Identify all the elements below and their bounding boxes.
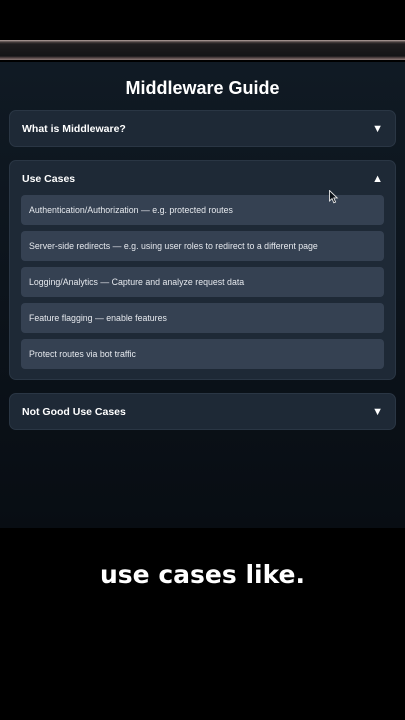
accordion-what-is-middleware: What is Middleware? ▼ bbox=[9, 110, 396, 147]
chevron-down-icon: ▼ bbox=[372, 123, 383, 135]
accordion-title: Not Good Use Cases bbox=[22, 406, 126, 418]
accordion-title: What is Middleware? bbox=[22, 123, 126, 135]
app-screen: Middleware Guide What is Middleware? ▼ U… bbox=[0, 62, 405, 528]
accordion-title: Use Cases bbox=[22, 173, 76, 185]
window-strip bbox=[0, 40, 405, 60]
chevron-down-icon: ▼ bbox=[372, 406, 383, 418]
accordion-not-good-use-cases: Not Good Use Cases ▼ bbox=[9, 393, 396, 430]
top-bar bbox=[0, 0, 405, 62]
caption-area: use cases like. bbox=[0, 528, 405, 720]
mouse-cursor-icon bbox=[329, 190, 339, 204]
accordion-header-not-good-use-cases[interactable]: Not Good Use Cases ▼ bbox=[10, 394, 395, 430]
chevron-up-icon: ▲ bbox=[372, 173, 383, 185]
use-case-item[interactable]: Server-side redirects — e.g. using user … bbox=[21, 231, 384, 261]
use-case-item[interactable]: Protect routes via bot traffic bbox=[21, 339, 384, 369]
use-case-item[interactable]: Logging/Analytics — Capture and analyze … bbox=[21, 267, 384, 297]
accordion-header-what-is-middleware[interactable]: What is Middleware? ▼ bbox=[10, 111, 395, 147]
use-case-item[interactable]: Feature flagging — enable features bbox=[21, 303, 384, 333]
subtitle-caption: use cases like. bbox=[100, 560, 305, 589]
page-title: Middleware Guide bbox=[125, 78, 280, 98]
